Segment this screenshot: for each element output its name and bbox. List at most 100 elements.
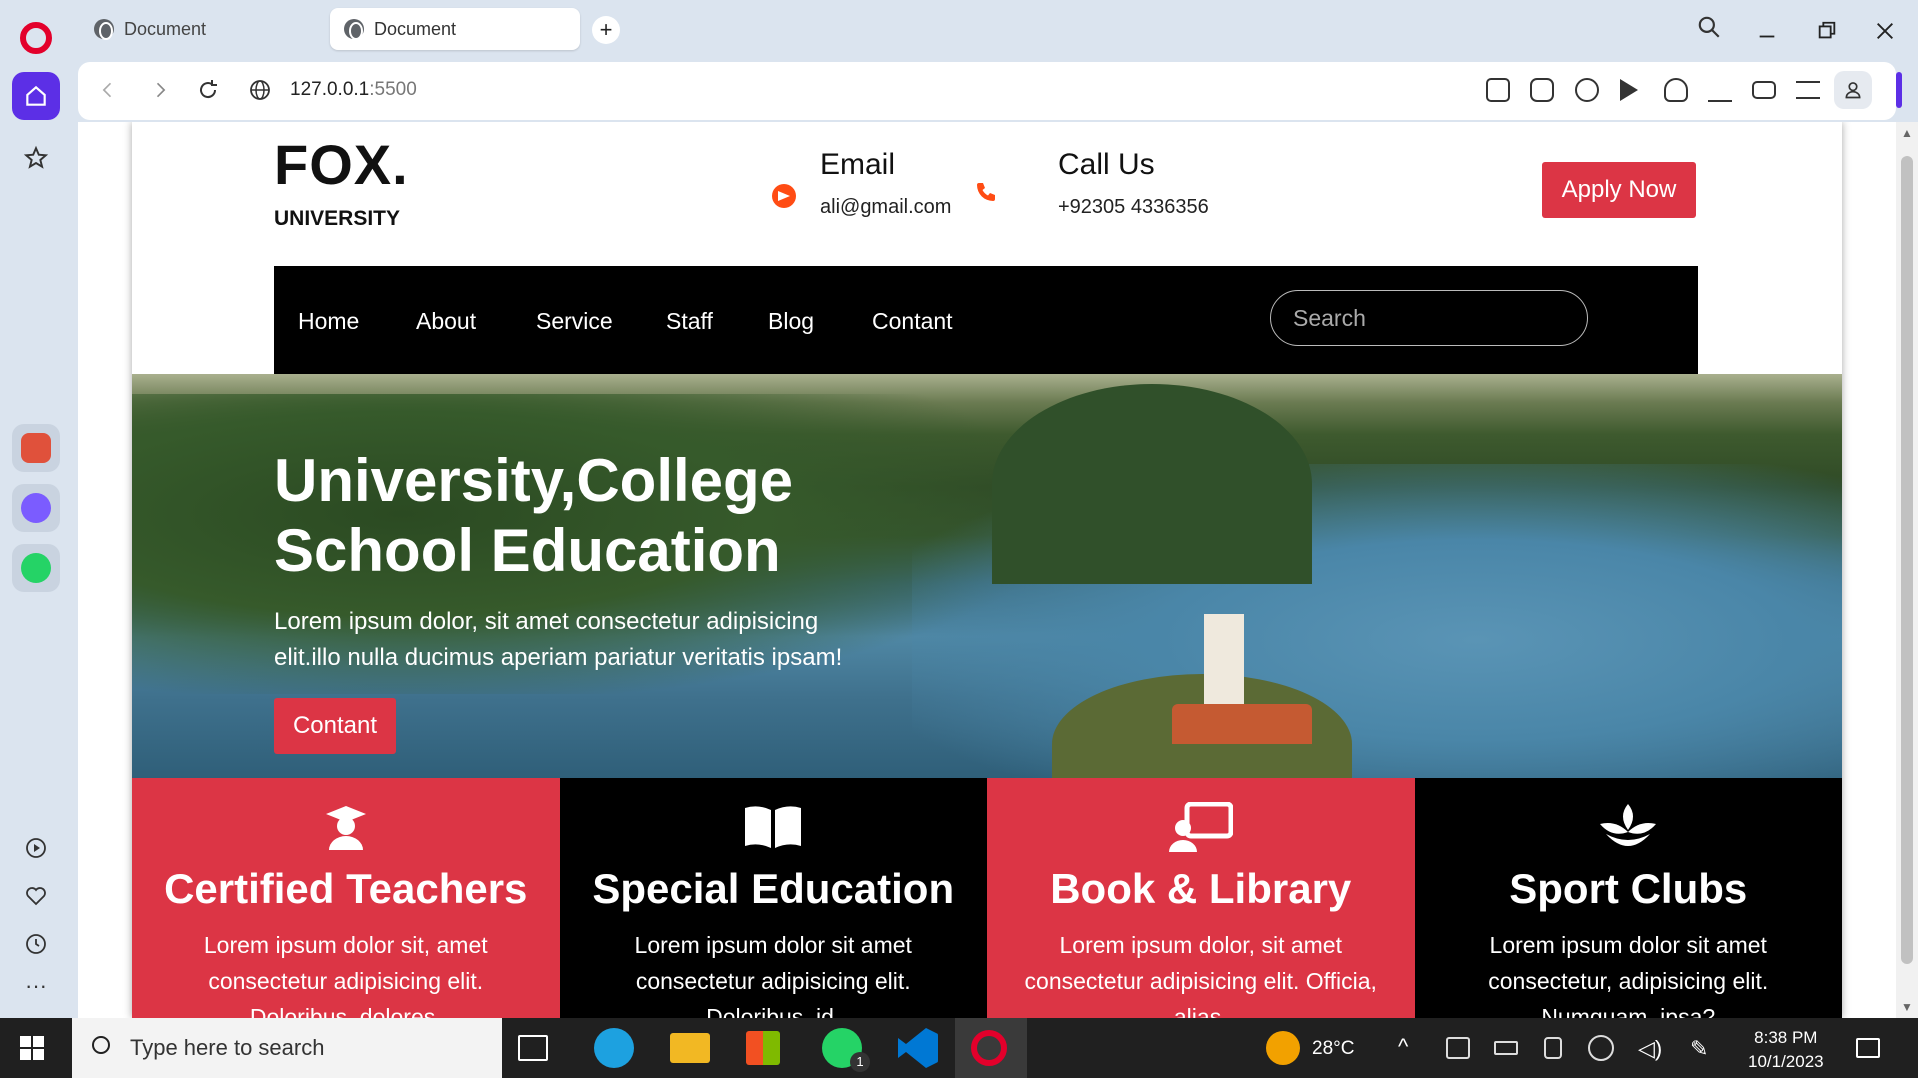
new-tab-button[interactable]: +: [592, 16, 620, 44]
plus-icon: +: [599, 17, 613, 42]
nav-staff[interactable]: Staff: [666, 308, 713, 335]
phone-icon: [977, 183, 995, 201]
taskbar-search[interactable]: Type here to search: [72, 1018, 502, 1078]
send-icon[interactable]: [1620, 79, 1638, 101]
volume-icon[interactable]: ◁): [1638, 1036, 1662, 1062]
nav-home[interactable]: Home: [298, 308, 359, 335]
store-icon[interactable]: [746, 1031, 780, 1065]
chevron-up-icon[interactable]: ^: [1398, 1034, 1408, 1060]
reload-icon[interactable]: [196, 78, 220, 102]
meet-now-icon[interactable]: [1544, 1037, 1562, 1059]
tray-app-icon[interactable]: [1446, 1037, 1470, 1059]
windows-taskbar: Type here to search 1 28°C ^ ◁) ✎ 8:38 P…: [0, 1018, 1918, 1078]
feature-text-line1: Lorem ipsum dolor sit amet: [1489, 932, 1767, 958]
scrollbar-thumb[interactable]: [1901, 156, 1913, 964]
heart-toolbar-icon[interactable]: [1664, 78, 1688, 102]
scroll-down-icon[interactable]: ▼: [1901, 1000, 1913, 1014]
forward-icon[interactable]: [150, 80, 170, 100]
hero-title-line2: School Education: [274, 517, 781, 584]
file-explorer-icon[interactable]: [670, 1033, 710, 1063]
feature-text-line2: consectetur adipisicing elit.: [635, 968, 911, 994]
windows-start-icon[interactable]: [20, 1036, 44, 1060]
hero-text-line1: Lorem ipsum dolor, sit amet consectetur …: [274, 608, 819, 635]
email-contact: Email ali@gmail.com: [820, 148, 951, 219]
page-scrollbar[interactable]: ▲ ▼: [1896, 122, 1918, 1018]
more-button[interactable]: ···: [12, 962, 60, 1010]
site-info-globe-icon[interactable]: [248, 78, 272, 102]
taskbar-search-placeholder: Type here to search: [130, 1035, 325, 1060]
aria-app-button[interactable]: [12, 424, 60, 472]
temperature[interactable]: 28°C: [1312, 1038, 1354, 1060]
home-button[interactable]: [12, 72, 60, 120]
feature-title: Sport Clubs: [1509, 865, 1748, 912]
search-tabs-icon[interactable]: [1696, 14, 1722, 40]
feature-title: Certified Teachers: [164, 865, 528, 912]
feature-text-line1: Lorem ipsum dolor sit, amet: [203, 932, 488, 958]
url-field[interactable]: 127.0.0.1:5500: [290, 79, 417, 101]
user-icon: [1845, 82, 1861, 99]
play-circle-icon: [26, 838, 46, 858]
hero-contant-button[interactable]: Contant: [274, 698, 396, 754]
nav-contant[interactable]: Contant: [872, 308, 953, 335]
pen-icon[interactable]: ✎: [1690, 1036, 1708, 1062]
hero-title: University,College School Education: [274, 446, 793, 586]
feature-card-book-library: Book & Library Lorem ipsum dolor, sit am…: [987, 778, 1415, 1018]
easy-setup-icon[interactable]: [1796, 81, 1820, 99]
nav-about[interactable]: About: [416, 308, 476, 335]
tab-document-2[interactable]: Document: [330, 8, 580, 50]
nav-blog[interactable]: Blog: [768, 308, 814, 335]
call-label: Call Us: [1058, 148, 1155, 181]
feature-text: Lorem ipsum dolor sit amet consectetur ad…: [573, 927, 973, 1018]
url-port: :5500: [369, 79, 417, 100]
adblock-icon[interactable]: [1575, 78, 1599, 102]
messenger-app-button[interactable]: [12, 484, 60, 532]
hero-title-line1: University,College: [274, 447, 794, 514]
back-icon[interactable]: [98, 80, 118, 100]
favorites-button[interactable]: [12, 872, 60, 920]
whatsapp-badge: 1: [850, 1052, 870, 1072]
graduate-icon: [325, 806, 366, 850]
messenger-icon: [21, 493, 51, 523]
clock-icon: [26, 934, 46, 954]
taskbar-clock[interactable]: 8:38 PM 10/1/2023: [1748, 1026, 1824, 1074]
clock-date: 10/1/2023: [1748, 1052, 1824, 1071]
whatsapp-icon: [21, 553, 51, 583]
home-icon: [26, 85, 46, 106]
download-icon[interactable]: [1708, 78, 1732, 102]
network-globe-icon[interactable]: [1588, 1035, 1614, 1061]
camera-icon[interactable]: [1530, 78, 1554, 102]
site-logo[interactable]: FOX.: [274, 132, 409, 197]
nav-service[interactable]: Service: [536, 308, 613, 335]
clock-time: 8:38 PM: [1754, 1028, 1818, 1047]
feature-card-certified-teachers: Certified Teachers Lorem ipsum dolor sit…: [132, 778, 560, 1018]
player-button[interactable]: [12, 824, 60, 872]
battery-saver-icon[interactable]: [1752, 81, 1776, 99]
whatsapp-app-button[interactable]: [12, 544, 60, 592]
profile-button[interactable]: [1834, 71, 1872, 109]
hero-hill-bg: [992, 384, 1312, 584]
lotus-icon: [1600, 804, 1657, 846]
feature-text-line1: Lorem ipsum dolor, sit amet: [1059, 932, 1342, 958]
minimize-icon[interactable]: [1756, 20, 1778, 42]
opera-taskbar-icon[interactable]: [971, 1030, 1007, 1066]
feature-title: Book & Library: [1050, 865, 1352, 912]
site-search-input[interactable]: [1270, 290, 1588, 346]
search-icon: [92, 1036, 110, 1054]
edge-icon[interactable]: [594, 1028, 634, 1068]
vscode-icon[interactable]: [898, 1028, 938, 1068]
weather-icon[interactable]: [1266, 1031, 1300, 1065]
battery-icon[interactable]: [1494, 1041, 1518, 1055]
opera-logo-icon[interactable]: [20, 22, 52, 54]
scroll-up-icon[interactable]: ▲: [1901, 126, 1913, 140]
snapshot-edit-icon[interactable]: [1486, 78, 1510, 102]
tab-label: Document: [124, 18, 207, 39]
tab-document-1[interactable]: Document: [80, 8, 330, 50]
close-icon[interactable]: [1874, 20, 1896, 42]
notifications-icon[interactable]: [1856, 1038, 1880, 1058]
feature-text: Lorem ipsum dolor sit, amet consectetur a…: [146, 927, 546, 1018]
apply-now-button[interactable]: Apply Now: [1542, 162, 1696, 218]
restore-icon[interactable]: [1816, 20, 1838, 42]
bookmarks-button[interactable]: [12, 134, 60, 182]
history-button[interactable]: [12, 920, 60, 968]
task-view-icon[interactable]: [518, 1035, 548, 1061]
